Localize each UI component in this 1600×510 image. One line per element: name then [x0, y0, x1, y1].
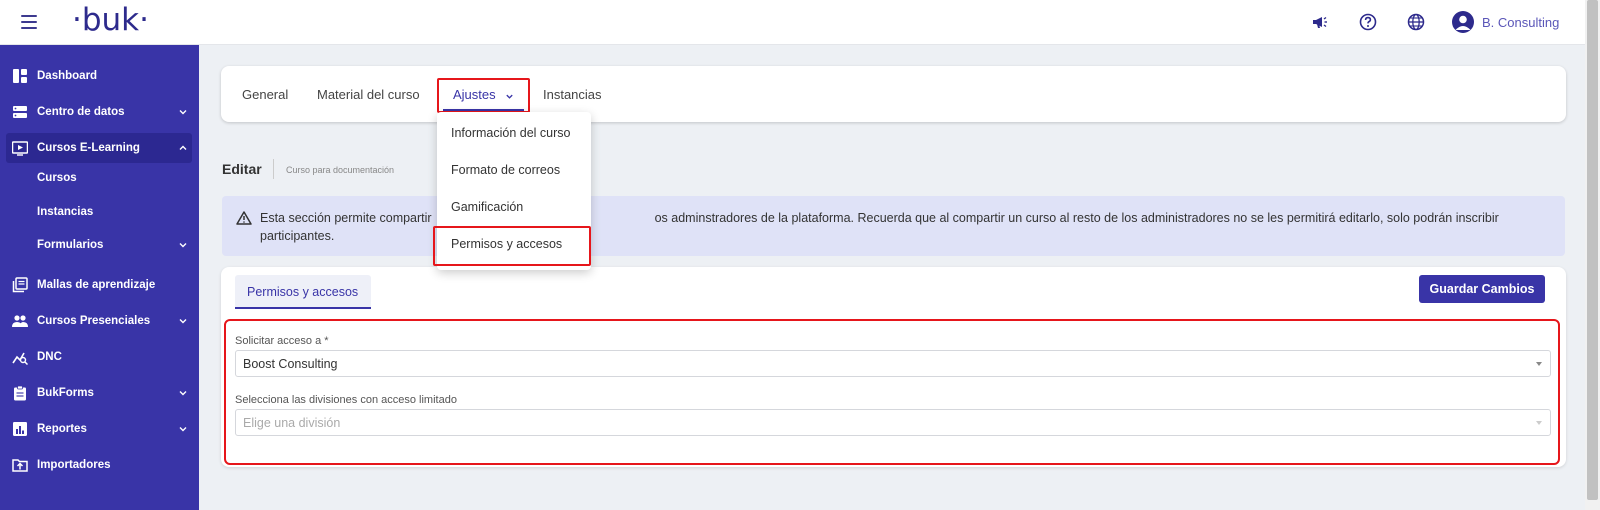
- sidebar-item-cursos-e-learning[interactable]: Cursos E-Learning: [6, 133, 192, 163]
- tab-instancias[interactable]: Instancias: [543, 87, 602, 102]
- menu-item-permisos-y-accesos[interactable]: Permisos y accesos: [451, 237, 562, 251]
- sidebar-item-label: BukForms: [37, 387, 94, 399]
- highlight-box: [224, 319, 1560, 465]
- user-avatar[interactable]: [1452, 11, 1474, 33]
- database-icon: [13, 106, 27, 118]
- sidebar-item-label: Mallas de aprendizaje: [37, 279, 156, 291]
- sidebar-item-reportes[interactable]: Reportes: [0, 414, 199, 444]
- save-changes-button[interactable]: Guardar Cambios: [1419, 275, 1545, 303]
- folder-upload-icon: [12, 459, 28, 472]
- request-access-label: Solicitar acceso a *: [235, 335, 329, 347]
- bar-chart-icon: [13, 422, 27, 436]
- page-title: Editar: [222, 161, 262, 177]
- sidebar-item-dashboard[interactable]: Dashboard: [0, 61, 199, 91]
- top-bar: ·buk· B. Consulting: [0, 0, 1600, 45]
- request-access-value: Boost Consulting: [243, 357, 338, 371]
- divisions-placeholder: Elige una división: [243, 416, 341, 430]
- perm-tab-label: Permisos y accesos: [247, 285, 359, 299]
- warning-icon: [236, 211, 252, 225]
- tab-ajustes[interactable]: Ajustes: [437, 78, 530, 113]
- user-name[interactable]: B. Consulting: [1482, 15, 1559, 30]
- course-tabs-card: General Material del curso Ajustes Insta…: [221, 66, 1566, 122]
- sidebar-item-bukforms[interactable]: BukForms: [0, 378, 199, 408]
- analytics-search-icon: [12, 352, 28, 365]
- chevron-down-icon: [179, 110, 187, 115]
- buk-logo[interactable]: ·buk·: [72, 2, 149, 38]
- info-alert: Esta sección permite compartir os adminst…: [222, 196, 1565, 256]
- library-books-icon: [12, 277, 28, 293]
- sidebar-item-label: Dashboard: [37, 70, 98, 82]
- alert-text-line2: participantes.: [260, 229, 335, 243]
- tab-permisos-y-accesos[interactable]: Permisos y accesos: [235, 275, 371, 309]
- select-arrow-icon: [1536, 421, 1542, 425]
- sidebar-item-dnc[interactable]: DNC: [0, 342, 199, 372]
- alert-text-end: os adminstradores de la plataforma. Recu…: [654, 211, 1499, 225]
- select-arrow-icon: [1536, 362, 1542, 366]
- menu-item-informacion-del-curso[interactable]: Información del curso: [451, 126, 571, 140]
- sidebar-item-mallas-de-aprendizaje[interactable]: Mallas de aprendizaje: [0, 270, 199, 300]
- sidebar-item-centro-de-datos[interactable]: Centro de datos: [0, 97, 199, 127]
- sidebar-item-label: Cursos E-Learning: [37, 142, 140, 154]
- tab-ajustes-label: Ajustes: [453, 87, 496, 102]
- request-access-select[interactable]: Boost Consulting: [235, 350, 1551, 377]
- title-divider: [273, 159, 274, 179]
- menu-item-formato-de-correos[interactable]: Formato de correos: [451, 163, 560, 177]
- chevron-down-icon: [179, 319, 187, 324]
- sidebar-item-label: Centro de datos: [37, 106, 125, 118]
- sidebar: Dashboard Centro de datos Cursos E-Learn…: [0, 45, 199, 510]
- course-name-subtitle: Curso para documentación: [286, 165, 395, 175]
- sidebar-item-instancias[interactable]: Instancias: [37, 206, 93, 218]
- megaphone-icon[interactable]: [1310, 12, 1330, 32]
- chevron-down-icon: [179, 427, 187, 432]
- hamburger-menu-icon[interactable]: [21, 15, 37, 29]
- help-icon[interactable]: [1358, 12, 1378, 32]
- clipboard-icon: [14, 385, 26, 401]
- sidebar-item-cursos[interactable]: Cursos: [37, 172, 77, 184]
- alert-text-start: Esta sección permite compartir: [260, 211, 432, 225]
- chevron-down-icon: [506, 94, 513, 99]
- tab-material-del-curso[interactable]: Material del curso: [317, 87, 420, 102]
- people-icon: [12, 315, 28, 327]
- sidebar-item-cursos-presenciales[interactable]: Cursos Presenciales: [0, 306, 199, 336]
- sidebar-item-label: DNC: [37, 351, 62, 363]
- globe-icon[interactable]: [1406, 12, 1426, 32]
- chevron-down-icon: [179, 391, 187, 396]
- page-scrollbar[interactable]: [1585, 0, 1600, 510]
- active-tab-underline: [443, 109, 524, 111]
- divisions-select[interactable]: Elige una división: [235, 409, 1551, 436]
- sidebar-item-importadores[interactable]: Importadores: [0, 450, 199, 480]
- sidebar-item-label: Cursos Presenciales: [37, 315, 151, 327]
- chevron-down-icon: [179, 243, 187, 248]
- sidebar-item-label: Formularios: [37, 239, 104, 251]
- divisions-label: Selecciona las divisiones con acceso lim…: [235, 394, 457, 406]
- permisos-card: Permisos y accesos Guardar Cambios Solic…: [221, 267, 1566, 467]
- sidebar-item-label: Reportes: [37, 423, 87, 435]
- tab-general[interactable]: General: [242, 87, 288, 102]
- sidebar-item-formularios[interactable]: Formularios: [0, 231, 199, 259]
- scrollbar-thumb[interactable]: [1587, 0, 1598, 500]
- menu-item-gamificacion[interactable]: Gamificación: [451, 200, 523, 214]
- dashboard-icon: [13, 69, 27, 83]
- video-screen-icon: [12, 141, 28, 156]
- ajustes-dropdown-menu: Información del curso Formato de correos…: [433, 112, 591, 270]
- sidebar-item-label: Importadores: [37, 459, 111, 471]
- user-icon: [1455, 15, 1471, 30]
- chevron-up-icon: [179, 145, 187, 150]
